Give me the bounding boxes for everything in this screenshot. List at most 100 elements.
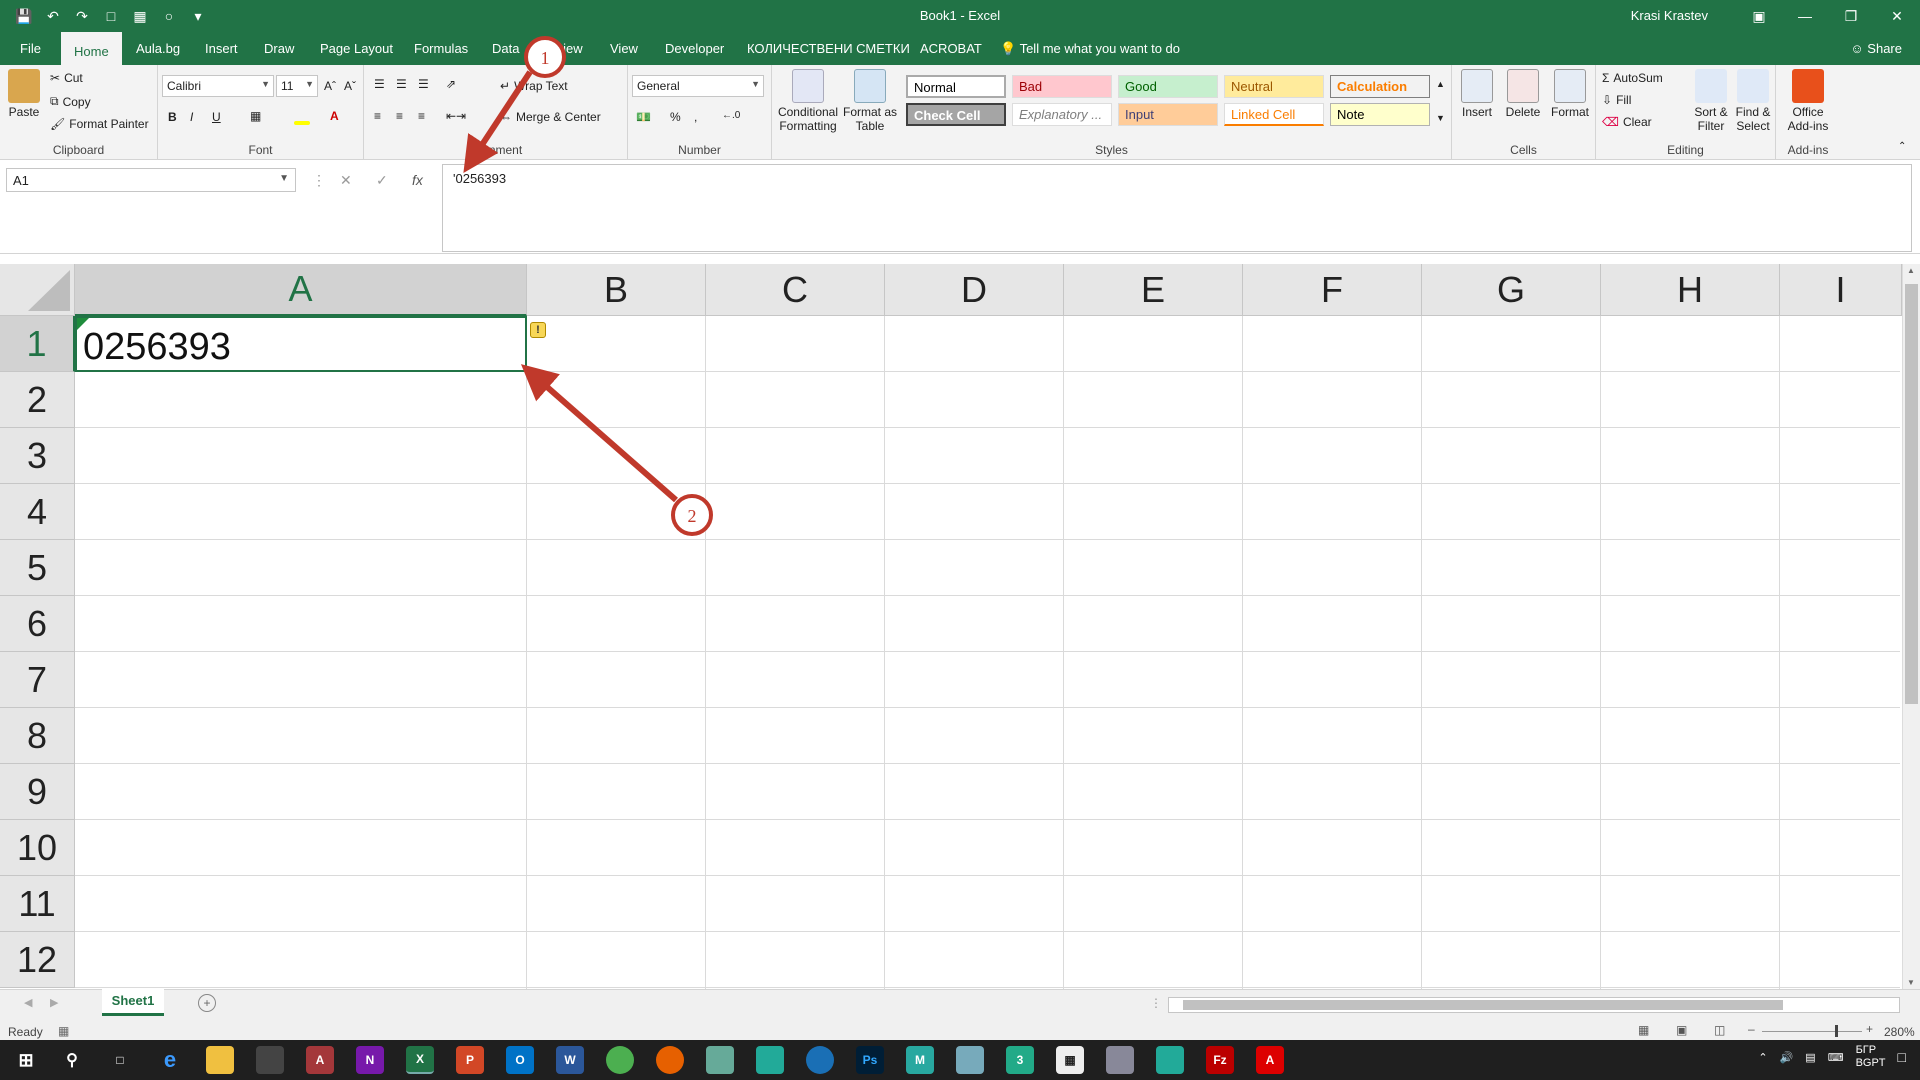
row-header-7[interactable]: 7 — [0, 652, 75, 708]
vertical-scroll-thumb[interactable] — [1905, 284, 1918, 704]
row-header-1[interactable]: 1 — [0, 316, 75, 372]
tab-home[interactable]: Home — [61, 32, 122, 65]
office-addins-button[interactable]: Office Add-ins — [1782, 69, 1834, 133]
next-sheet-icon[interactable]: ▶ — [50, 996, 58, 1009]
cut-button[interactable]: ✂ Cut — [50, 71, 83, 85]
chat-icon[interactable] — [806, 1046, 834, 1074]
row-header-12[interactable]: 12 — [0, 932, 75, 988]
chevron-up-icon[interactable]: ⌃ — [1758, 1051, 1767, 1064]
close-icon[interactable]: ✕ — [1874, 0, 1920, 32]
middle-align-icon[interactable]: ☰ — [396, 77, 407, 91]
windows-start-icon[interactable]: ⊞ — [12, 1046, 40, 1074]
language-indicator[interactable]: БГР BGPT — [1856, 1044, 1886, 1070]
fill-button[interactable]: ⇩ Fill — [1602, 93, 1631, 107]
save-icon[interactable]: 💾 — [14, 6, 34, 26]
bottom-align-icon[interactable]: ☰ — [418, 77, 429, 91]
top-align-icon[interactable]: ☰ — [374, 77, 385, 91]
chrome-icon[interactable] — [606, 1046, 634, 1074]
volume-icon[interactable]: 🔊 — [1780, 1051, 1794, 1064]
page-layout-view-icon[interactable]: ▣ — [1676, 1023, 1687, 1037]
macro-record-icon[interactable]: ▦ — [58, 1024, 69, 1038]
conditional-formatting-button[interactable]: Conditional Formatting — [776, 69, 840, 133]
add-sheet-icon[interactable]: + — [198, 994, 216, 1012]
form-icon[interactable]: ▦ — [130, 6, 150, 26]
insert-function-button[interactable]: fx — [412, 172, 423, 188]
cell-style-explanatory[interactable]: Explanatory ... — [1012, 103, 1112, 126]
percent-button[interactable]: % — [670, 110, 681, 124]
frog-icon[interactable] — [1156, 1046, 1184, 1074]
comma-button[interactable]: , — [694, 110, 697, 124]
column-header-b[interactable]: B — [527, 264, 706, 316]
tab-insert[interactable]: Insert — [205, 32, 238, 65]
tab-quantity-estimates[interactable]: КОЛИЧЕСТВЕНИ СМЕТКИ — [747, 32, 910, 65]
normal-view-icon[interactable]: ▦ — [1638, 1023, 1649, 1037]
acrobat-icon[interactable]: A — [1256, 1046, 1284, 1074]
row-header-8[interactable]: 8 — [0, 708, 75, 764]
cell-style-note[interactable]: Note — [1330, 103, 1430, 126]
horizontal-scrollbar[interactable] — [1168, 997, 1900, 1013]
search-icon[interactable]: ⚲ — [58, 1046, 86, 1074]
copy-button[interactable]: ⧉ Copy — [50, 94, 91, 109]
column-header-d[interactable]: D — [885, 264, 1064, 316]
paste-button[interactable]: Paste — [8, 69, 40, 119]
horizontal-scroll-thumb[interactable] — [1183, 1000, 1783, 1010]
tab-view[interactable]: View — [610, 32, 638, 65]
name-box[interactable]: A1 ▼ — [6, 168, 296, 192]
calculator-icon[interactable]: ▦ — [1056, 1046, 1084, 1074]
format-painter-button[interactable]: 🖌 Format Painter — [50, 117, 149, 131]
column-header-g[interactable]: G — [1422, 264, 1601, 316]
circle-icon[interactable]: ○ — [159, 6, 179, 26]
outlook-icon[interactable]: O — [506, 1046, 534, 1074]
row-header-4[interactable]: 4 — [0, 484, 75, 540]
notepad-icon[interactable] — [706, 1046, 734, 1074]
column-header-a[interactable]: A — [75, 264, 527, 316]
tell-me-box[interactable]: 💡 Tell me what you want to do — [1000, 32, 1180, 65]
ribbon-display-icon[interactable]: ▣ — [1736, 0, 1782, 32]
three-app-icon[interactable]: 3 — [1006, 1046, 1034, 1074]
borders-button[interactable]: ▦ — [250, 109, 261, 123]
row-header-3[interactable]: 3 — [0, 428, 75, 484]
page-break-view-icon[interactable]: ◫ — [1714, 1023, 1725, 1037]
row-header-5[interactable]: 5 — [0, 540, 75, 596]
cell-style-calculation[interactable]: Calculation — [1330, 75, 1430, 98]
row-header-2[interactable]: 2 — [0, 372, 75, 428]
row-header-11[interactable]: 11 — [0, 876, 75, 932]
zoom-slider-thumb[interactable] — [1835, 1025, 1838, 1037]
photoshop-icon[interactable]: Ps — [856, 1046, 884, 1074]
tab-page-layout[interactable]: Page Layout — [320, 32, 393, 65]
column-header-c[interactable]: C — [706, 264, 885, 316]
new-file-icon[interactable]: □ — [101, 6, 121, 26]
restore-icon[interactable]: ❐ — [1828, 0, 1874, 32]
filezilla-icon[interactable]: Fz — [1206, 1046, 1234, 1074]
redo-icon[interactable]: ↷ — [72, 6, 92, 26]
align-center-icon[interactable]: ≡ — [396, 109, 403, 123]
italic-button[interactable]: I — [190, 110, 193, 124]
column-header-h[interactable]: H — [1601, 264, 1780, 316]
word-icon[interactable]: W — [556, 1046, 584, 1074]
grow-font-button[interactable]: Aˆ — [324, 79, 336, 93]
row-header-9[interactable]: 9 — [0, 764, 75, 820]
format-as-table-button[interactable]: Format as Table — [842, 69, 898, 133]
enter-icon[interactable]: ✓ — [376, 172, 388, 189]
sort-filter-button[interactable]: Sort & Filter — [1690, 69, 1732, 133]
tab-file[interactable]: File — [20, 32, 41, 65]
scroll-down-icon[interactable]: ▼ — [1907, 978, 1915, 987]
tab-acrobat[interactable]: ACROBAT — [920, 32, 982, 65]
cell-style-linked-cell[interactable]: Linked Cell — [1224, 103, 1324, 126]
font-name-select[interactable]: Calibri ▼ — [162, 75, 274, 97]
firefox-icon[interactable] — [656, 1046, 684, 1074]
currency-button[interactable]: 💵 — [636, 110, 651, 124]
column-header-e[interactable]: E — [1064, 264, 1243, 316]
sheet-tab-sheet1[interactable]: Sheet1 — [102, 989, 164, 1016]
zoom-slider[interactable] — [1762, 1031, 1862, 1032]
vertical-scrollbar[interactable]: ▲ ▼ — [1902, 264, 1920, 989]
formula-input[interactable]: '0256393 — [442, 164, 1912, 252]
tab-data[interactable]: Data — [492, 32, 519, 65]
gallery-up-icon[interactable]: ▲ — [1436, 79, 1445, 89]
align-right-icon[interactable]: ≡ — [418, 109, 425, 123]
wrap-text-button[interactable]: ↵ Wrap Text — [500, 79, 568, 93]
scroll-up-icon[interactable]: ▲ — [1907, 266, 1915, 275]
merge-center-button[interactable]: ⇔ Merge & Center — [500, 110, 601, 124]
fill-color-button[interactable] — [294, 109, 310, 125]
cell-style-neutral[interactable]: Neutral — [1224, 75, 1324, 98]
